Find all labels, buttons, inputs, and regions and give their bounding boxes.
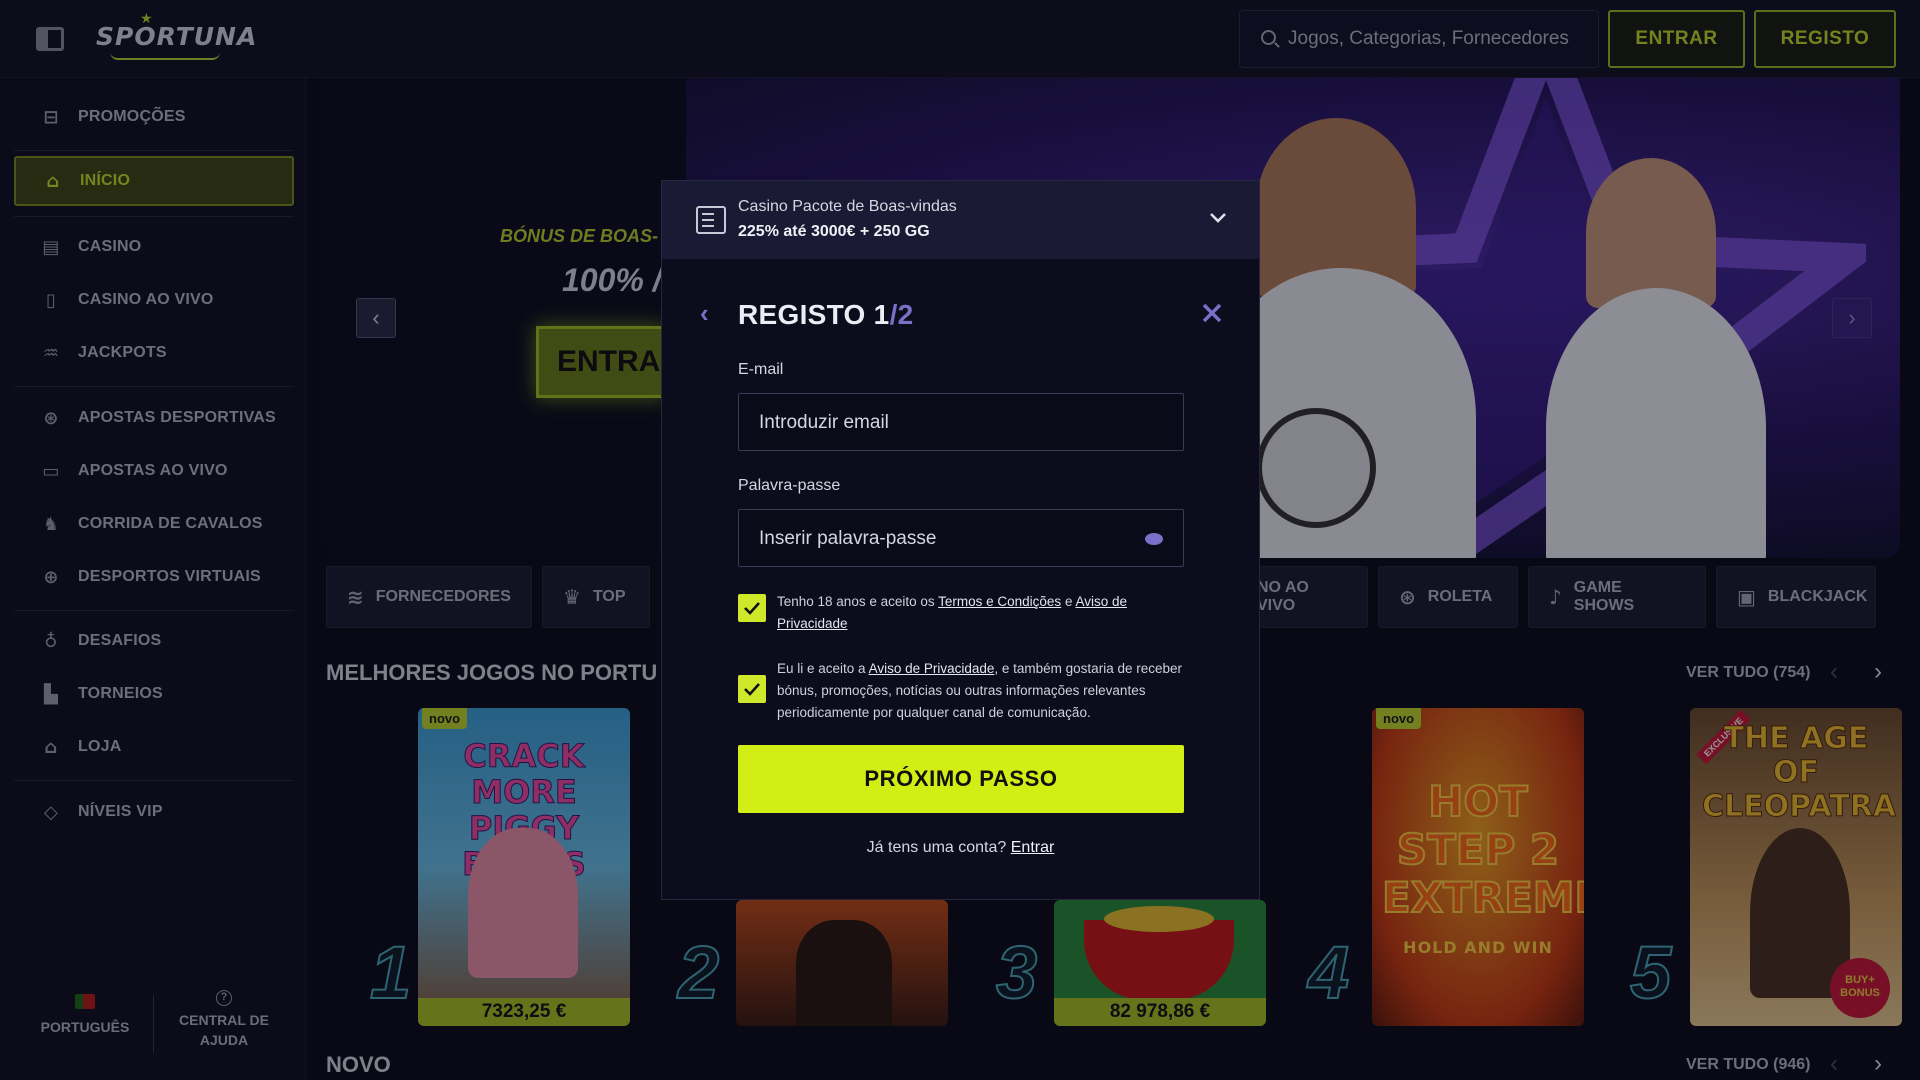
- chevron-down-icon[interactable]: [1206, 205, 1230, 229]
- promo-title: Casino Pacote de Boas-vindas: [738, 198, 957, 215]
- marketing-consent-text: Eu li e aceito a Aviso de Privacidade, e…: [777, 658, 1187, 724]
- registration-title: REGISTO 1/2: [738, 299, 914, 331]
- login-prompt-text: Já tens uma conta?: [866, 839, 1011, 856]
- password-label: Palavra-passe: [738, 477, 841, 494]
- email-label: E-mail: [738, 361, 784, 378]
- consent-text: Eu li e aceito a: [777, 661, 869, 676]
- login-prompt: Já tens uma conta? Entrar: [662, 839, 1259, 857]
- age-terms-checkbox[interactable]: [738, 594, 766, 622]
- consent-text: Tenho 18 anos e aceito os: [777, 594, 939, 609]
- registration-modal: Casino Pacote de Boas-vindas 225% até 30…: [661, 180, 1260, 900]
- bonus-card-icon: [696, 206, 726, 234]
- password-field[interactable]: Inserir palavra-passe: [738, 509, 1184, 567]
- eye-icon[interactable]: [1145, 533, 1163, 545]
- close-icon[interactable]: [1198, 299, 1226, 327]
- welcome-package-selector[interactable]: Casino Pacote de Boas-vindas 225% até 30…: [662, 181, 1259, 259]
- age-terms-consent-text: Tenho 18 anos e aceito os Termos e Condi…: [777, 591, 1187, 635]
- checkmark-icon: [744, 602, 760, 615]
- title-total: /2: [889, 299, 914, 330]
- terms-link[interactable]: Termos e Condições: [938, 594, 1061, 609]
- consent-text: e: [1061, 594, 1076, 609]
- email-field[interactable]: Introduzir email: [738, 393, 1184, 451]
- password-placeholder: Inserir palavra-passe: [759, 528, 937, 549]
- privacy-link[interactable]: Aviso de Privacidade: [869, 661, 995, 676]
- back-chevron-icon[interactable]: ‹: [700, 298, 709, 329]
- title-step: REGISTO 1: [738, 299, 890, 330]
- email-placeholder: Introduzir email: [759, 412, 889, 433]
- promo-subtitle: 225% até 3000€ + 250 GG: [738, 223, 930, 240]
- marketing-consent-checkbox[interactable]: [738, 675, 766, 703]
- checkmark-icon: [744, 683, 760, 696]
- login-link[interactable]: Entrar: [1011, 839, 1055, 856]
- next-step-button[interactable]: PRÓXIMO PASSO: [738, 745, 1184, 813]
